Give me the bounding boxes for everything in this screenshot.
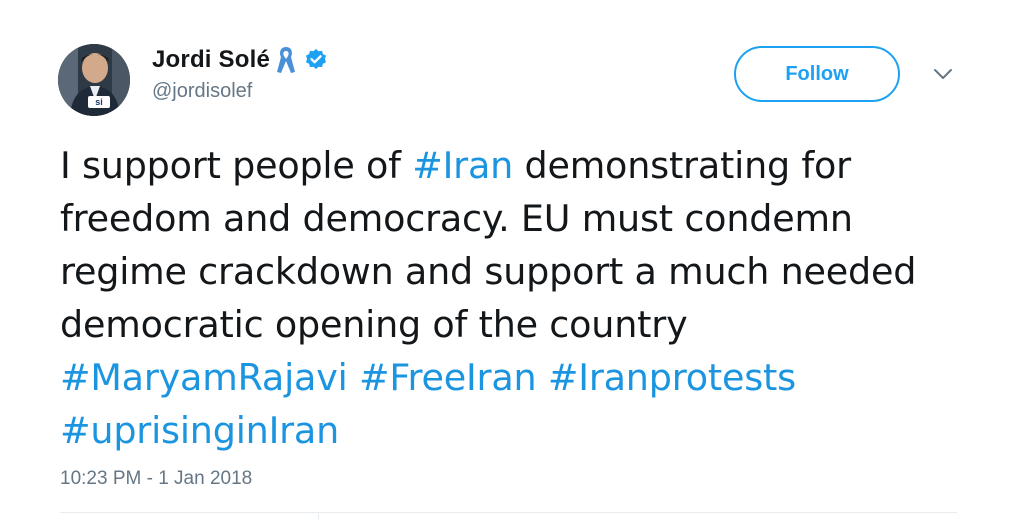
tweet-card: si Jordi Solé @jordisolef Follow I suppo…: [0, 0, 1017, 520]
awareness-ribbon-icon: [276, 45, 296, 75]
hashtag-link[interactable]: #uprisinginIran: [60, 409, 339, 452]
user-handle[interactable]: @jordisolef: [152, 80, 328, 103]
avatar[interactable]: si: [58, 44, 130, 116]
tweet-text: I support people of #Iran demonstrating …: [60, 139, 960, 457]
hashtag-link[interactable]: #Iran: [412, 144, 513, 187]
user-info: Jordi Solé @jordisolef: [152, 44, 328, 103]
divider: [60, 512, 957, 513]
avatar-badge-text: si: [95, 97, 103, 107]
verified-badge-icon: [304, 48, 328, 72]
hashtag-link[interactable]: #Iranprotests: [548, 356, 796, 399]
chevron-down-icon[interactable]: [930, 64, 956, 84]
tweet-text-segment: [348, 356, 359, 399]
display-name[interactable]: Jordi Solé: [152, 46, 270, 74]
divider-tick: [318, 512, 319, 520]
hashtag-link[interactable]: #MaryamRajavi: [60, 356, 348, 399]
follow-button[interactable]: Follow: [734, 46, 900, 102]
avatar-image: si: [58, 44, 130, 116]
hashtag-link[interactable]: #FreeIran: [359, 356, 537, 399]
tweet-text-segment: I support people of: [60, 144, 413, 187]
tweet-text-segment: [536, 356, 547, 399]
name-row: Jordi Solé: [152, 44, 328, 76]
tweet-timestamp[interactable]: 10:23 PM - 1 Jan 2018: [60, 468, 252, 490]
